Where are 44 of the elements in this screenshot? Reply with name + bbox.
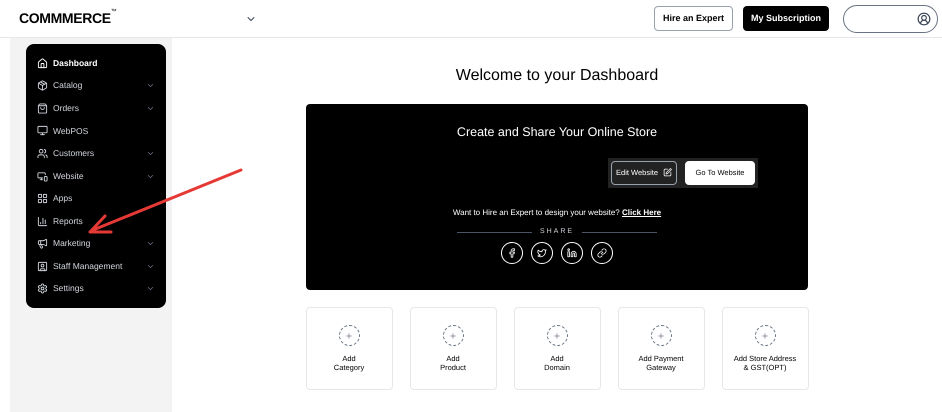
bar-chart-icon <box>37 216 48 227</box>
banner-title: Create and Share Your Online Store <box>456 124 658 141</box>
share-button[interactable] <box>531 242 553 264</box>
sidebar-item[interactable]: Apps <box>26 187 166 210</box>
settings-icon <box>37 283 48 294</box>
share-button[interactable] <box>591 242 613 264</box>
add-icon <box>442 325 464 346</box>
add-icon <box>338 325 360 346</box>
bag-icon <box>37 102 48 114</box>
edit-icon <box>663 168 672 178</box>
add-icon <box>754 325 776 346</box>
add-icon <box>546 325 568 346</box>
sidebar-item[interactable]: Marketing <box>26 232 166 255</box>
click-here-link[interactable]: Click Here <box>622 208 662 217</box>
monitor-icon <box>37 170 48 182</box>
page-title: Welcome to your Dashboard <box>456 66 658 86</box>
person-icon <box>37 260 48 272</box>
sidebar-item[interactable]: Settings <box>26 277 166 300</box>
home-icon <box>37 58 48 69</box>
facebook-icon <box>507 248 517 258</box>
sidebar-item[interactable]: WebPOS <box>26 120 166 142</box>
megaphone-icon <box>37 238 48 250</box>
header-button[interactable]: My Subscription <box>742 6 829 31</box>
grid-icon <box>37 193 48 204</box>
sidebar-item[interactable]: Staff Management <box>26 254 166 278</box>
sidebar-item[interactable]: Catalog <box>26 74 166 98</box>
account-field[interactable] <box>843 4 938 32</box>
hire-text: Want to Hire an Expert to design your website? Click Here <box>452 206 662 219</box>
sidebar-item[interactable]: Reports <box>26 210 166 232</box>
bird-icon <box>537 248 547 258</box>
header-button[interactable]: Hire an Expert <box>654 6 733 31</box>
people-icon <box>37 148 48 159</box>
add-icon <box>650 325 672 346</box>
monitor-icon <box>37 125 48 136</box>
sidebar-item[interactable]: Dashboard <box>26 52 166 75</box>
linkedin-icon <box>567 248 577 258</box>
link-icon <box>597 248 607 258</box>
share-button[interactable] <box>561 242 583 264</box>
share-button[interactable] <box>501 242 523 264</box>
sidebar-item[interactable]: Orders <box>26 97 166 120</box>
box-icon <box>37 80 48 92</box>
avatar-icon <box>917 12 931 26</box>
sidebar-item[interactable]: Customers <box>26 142 166 165</box>
sidebar-item[interactable]: Website <box>26 164 166 188</box>
